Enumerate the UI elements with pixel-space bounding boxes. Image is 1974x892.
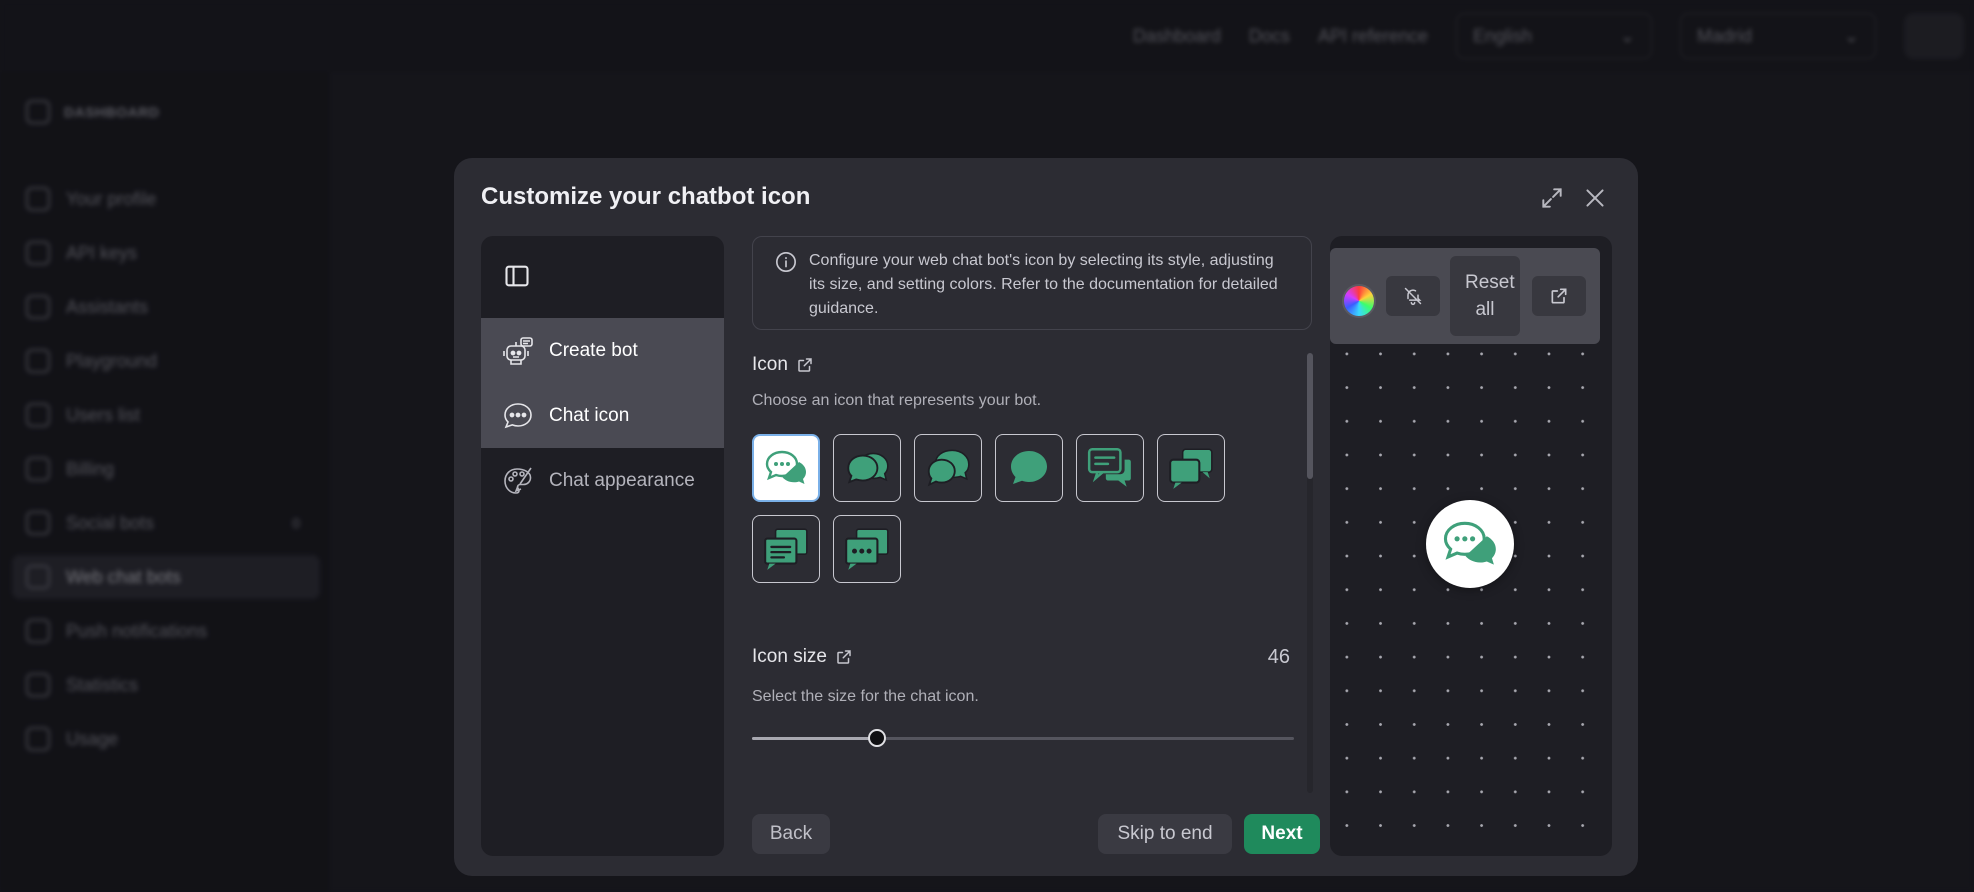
icon-option-chat-round-double-alt[interactable] <box>914 434 982 502</box>
icon-section-title: Icon <box>752 354 814 376</box>
chat-round-single-icon <box>1011 451 1047 484</box>
chat-round-double-icon <box>847 452 889 484</box>
expand-icon <box>1542 188 1562 208</box>
external-link-icon[interactable] <box>796 356 814 374</box>
preview-panel: Reset all <box>1330 236 1612 856</box>
back-button[interactable]: Back <box>752 814 830 854</box>
open-preview-button[interactable] <box>1532 276 1586 316</box>
sidebar-toggle-button[interactable] <box>503 262 531 290</box>
chat-bubble-icon <box>504 402 532 428</box>
close-button[interactable] <box>1579 182 1611 214</box>
color-picker-button[interactable] <box>1342 284 1376 318</box>
chat-dots-square-icon <box>845 528 889 570</box>
info-icon <box>776 252 796 272</box>
icon-option-chat-dots-double[interactable] <box>752 434 820 502</box>
content-panel: Configure your web chat bot's icon by se… <box>752 236 1320 856</box>
chat-dots-double-icon <box>1443 521 1496 565</box>
slider-thumb[interactable] <box>867 729 886 747</box>
reset-all-button[interactable]: Reset all <box>1450 256 1520 336</box>
step-label: Chat appearance <box>549 469 695 491</box>
next-button[interactable]: Next <box>1244 814 1320 854</box>
sidebar-toggle-icon <box>505 265 529 287</box>
step-create-bot[interactable]: Create bot <box>481 318 724 383</box>
icon-option-chat-square-double[interactable] <box>1157 434 1225 502</box>
icon-size-title: Icon size <box>752 646 853 668</box>
icon-option-chat-lines-double[interactable] <box>1076 434 1144 502</box>
content-scrollbar[interactable] <box>1307 353 1313 793</box>
chat-dots-double-icon <box>765 450 806 484</box>
icon-size-value: 46 <box>1267 646 1290 668</box>
icon-section-subtitle: Choose an icon that represents your bot. <box>752 392 1042 409</box>
chatbot-icon-preview[interactable] <box>1426 500 1514 588</box>
icon-option-chat-lines-square[interactable] <box>752 515 820 583</box>
icon-size-subtitle: Select the size for the chat icon. <box>752 688 979 705</box>
chat-lines-double-icon <box>1087 448 1131 487</box>
modal-title: Customize your chatbot icon <box>481 183 811 210</box>
reset-all-label: Reset all <box>1465 272 1515 320</box>
info-text: Configure your web chat bot's icon by se… <box>809 252 1278 317</box>
step-chat-appearance[interactable]: Chat appearance <box>481 448 724 513</box>
step-label: Chat icon <box>549 404 630 426</box>
skip-to-end-button[interactable]: Skip to end <box>1098 814 1232 854</box>
customize-icon-modal: Customize your chatbot icon Create bot C… <box>454 158 1638 876</box>
robot-icon <box>503 336 533 365</box>
step-chat-icon[interactable]: Chat icon <box>481 383 724 448</box>
steps-panel: Create bot Chat icon Chat appearance <box>481 236 724 856</box>
icon-size-slider[interactable] <box>752 728 1294 748</box>
info-box: Configure your web chat bot's icon by se… <box>752 236 1312 330</box>
chat-lines-square-icon <box>764 528 808 570</box>
close-icon <box>1586 189 1604 207</box>
external-link-icon[interactable] <box>835 648 853 666</box>
step-label: Create bot <box>549 339 638 361</box>
expand-button[interactable] <box>1536 182 1568 214</box>
preview-toolbar: Reset all <box>1330 248 1600 344</box>
notifications-toggle-button[interactable] <box>1386 276 1440 316</box>
chat-square-double-icon <box>1169 448 1213 489</box>
icon-option-chat-round-single[interactable] <box>995 434 1063 502</box>
icon-option-chat-round-double[interactable] <box>833 434 901 502</box>
scrollbar-thumb[interactable] <box>1307 353 1313 479</box>
palette-icon <box>504 467 532 494</box>
external-link-icon <box>1551 288 1567 304</box>
slider-fill <box>752 737 877 740</box>
chat-round-double-alt-icon <box>927 449 970 487</box>
icon-option-chat-dots-square[interactable] <box>833 515 901 583</box>
bell-off-icon <box>1404 287 1422 306</box>
